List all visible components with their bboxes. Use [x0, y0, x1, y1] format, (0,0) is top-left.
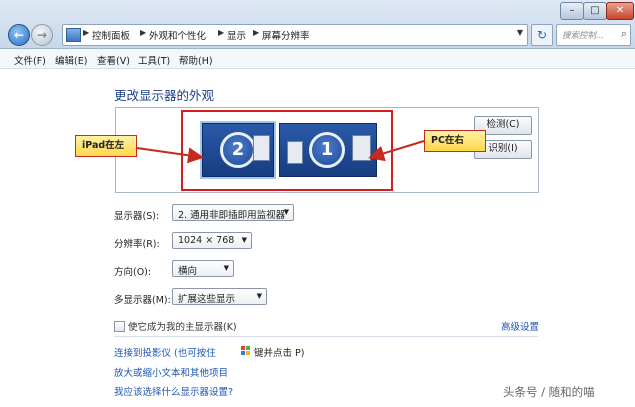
multiple-displays-value: 扩展这些显示 — [178, 294, 236, 305]
orientation-label: 方向(O): — [114, 267, 152, 278]
chevron-down-icon: ▼ — [241, 236, 247, 244]
projector-shortcut-text: 键并点击 P) — [254, 348, 305, 359]
resolution-select[interactable]: 1024 × 768 ▼ — [172, 232, 252, 249]
divider — [114, 336, 538, 337]
resolution-value: 1024 × 768 — [178, 235, 235, 246]
arrow-to-monitor-2 — [136, 147, 204, 164]
orientation-value: 横向 — [178, 266, 198, 277]
display-select[interactable]: 2. 通用非即插即用监视器 ▼ — [172, 204, 294, 221]
resolution-label: 分辨率(R): — [114, 239, 160, 250]
chevron-down-icon: ▼ — [223, 264, 229, 272]
windows-logo-icon — [241, 346, 251, 356]
orientation-select[interactable]: 横向 ▼ — [172, 260, 234, 277]
connect-projector-link[interactable]: 连接到投影仪 (也可按住 — [114, 345, 216, 359]
multiple-displays-select[interactable]: 扩展这些显示 ▼ — [172, 288, 267, 305]
chevron-down-icon: ▼ — [256, 292, 262, 300]
annotation-arrows — [136, 140, 425, 164]
chevron-down-icon: ▼ — [283, 208, 289, 216]
callout-ipad-left: iPad在左 — [75, 135, 137, 157]
arrow-to-monitor-1 — [368, 140, 425, 162]
primary-display-checkbox[interactable] — [114, 321, 125, 332]
display-value: 2. 通用非即插即用监视器 — [178, 210, 286, 221]
callout-pc-right: PC在右 — [424, 130, 486, 152]
which-settings-link[interactable]: 我应该选择什么显示器设置? — [114, 384, 233, 398]
watermark: 头条号 / 随和的喵 — [503, 385, 595, 399]
text-size-link[interactable]: 放大或缩小文本和其他项目 — [114, 365, 228, 379]
display-label: 显示器(S): — [114, 211, 160, 222]
primary-display-label: 使它成为我的主显示器(K) — [128, 322, 237, 333]
advanced-settings-link[interactable]: 高级设置 — [501, 319, 539, 333]
multiple-displays-label: 多显示器(M): — [114, 295, 171, 306]
